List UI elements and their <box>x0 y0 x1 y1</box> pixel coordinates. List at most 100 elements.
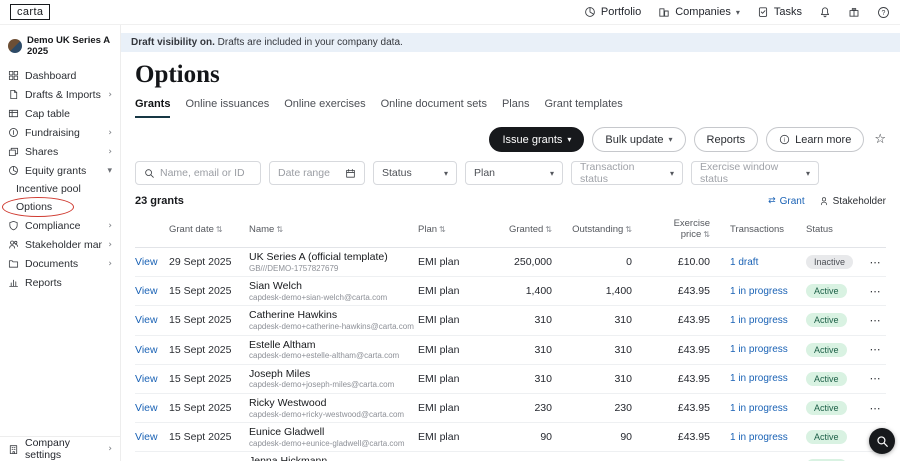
calendar-icon <box>345 168 356 179</box>
grant-name: Jenna Hickmann <box>249 455 418 461</box>
col-grant-date[interactable]: Grant date⇅ <box>169 224 249 235</box>
view-link[interactable]: View <box>135 314 158 326</box>
chevron-right-icon: › <box>108 240 112 250</box>
sidebar-item-shares[interactable]: Shares › <box>0 142 120 161</box>
whats-new-button[interactable] <box>848 6 860 18</box>
transactions-link[interactable]: 1 in progress <box>720 286 806 297</box>
sidebar-subitem-options[interactable]: Options <box>0 198 120 216</box>
transactions-link[interactable]: 1 in progress <box>720 432 806 443</box>
col-plan[interactable]: Plan⇅ <box>418 224 492 235</box>
sidebar-item-compliance[interactable]: Compliance › <box>0 216 120 235</box>
reports-button[interactable]: Reports <box>694 127 759 152</box>
exercise-window-status-filter[interactable]: Exercise window status ▾ <box>691 161 819 185</box>
issue-grants-button[interactable]: Issue grants ▾ <box>489 127 584 152</box>
nav-companies-label: Companies <box>675 6 731 18</box>
row-menu-button[interactable]: ⋯ <box>864 314 886 327</box>
sidebar-item-documents[interactable]: Documents › <box>0 254 120 273</box>
sidebar-item-reports[interactable]: Reports <box>0 273 120 292</box>
exercise-price-cell: £43.95 <box>642 344 720 356</box>
sidebar-item-label: Shares <box>25 146 102 158</box>
tab-online-issuances[interactable]: Online issuances <box>185 98 269 118</box>
row-menu-button[interactable]: ⋯ <box>864 402 886 415</box>
view-link[interactable]: View <box>135 402 158 414</box>
company-switcher[interactable]: Demo UK Series A 2025 <box>0 33 120 66</box>
view-link[interactable]: View <box>135 431 158 443</box>
status-filter[interactable]: Status ▾ <box>373 161 457 185</box>
floating-help-button[interactable] <box>869 428 895 454</box>
sidebar-item-equity-grants[interactable]: Equity grants ▾ <box>0 161 120 180</box>
row-menu-button[interactable]: ⋯ <box>864 285 886 298</box>
view-link[interactable]: View <box>135 344 158 356</box>
search-input[interactable] <box>160 167 252 179</box>
transaction-status-label: Transaction status <box>580 161 665 185</box>
sidebar-item-stakeholder-management[interactable]: Stakeholder management › <box>0 235 120 254</box>
nav-tasks[interactable]: Tasks <box>757 6 802 18</box>
transactions-link[interactable]: 1 in progress <box>720 315 806 326</box>
date-range-filter[interactable]: Date range <box>269 161 365 185</box>
learn-more-button[interactable]: i Learn more <box>766 127 864 152</box>
name-cell: Estelle Altham capdesk-demo+estelle-alth… <box>249 339 418 361</box>
transactions-link[interactable]: 1 in progress <box>720 344 806 355</box>
grant-name: Sian Welch <box>249 280 418 293</box>
table-body: View 29 Sept 2025 UK Series A (official … <box>135 248 886 461</box>
nav-portfolio[interactable]: Portfolio <box>584 6 641 18</box>
table-row: View 29 Sept 2025 UK Series A (official … <box>135 248 886 277</box>
tab-grants[interactable]: Grants <box>135 98 170 118</box>
col-name[interactable]: Name⇅ <box>249 224 418 235</box>
stakeholder-view-toggle[interactable]: Stakeholder <box>819 196 886 207</box>
table-row: View 15 Sept 2025 Sian Welch capdesk-dem… <box>135 277 886 306</box>
date-range-label: Date range <box>278 167 330 179</box>
grant-subtext: capdesk-demo+estelle-altham@carta.com <box>249 351 418 361</box>
nav-companies[interactable]: Companies ▾ <box>658 6 740 18</box>
shield-icon <box>8 220 19 231</box>
grant-view-toggle[interactable]: ⇄ Grant <box>768 196 805 207</box>
col-granted[interactable]: Granted⇅ <box>492 224 562 235</box>
row-menu-button[interactable]: ⋯ <box>864 256 886 269</box>
sidebar-subitem-incentive-pool[interactable]: Incentive pool <box>0 180 120 198</box>
grant-subtext: capdesk-demo+catherine-hawkins@carta.com <box>249 322 418 332</box>
grant-date-cell: 15 Sept 2025 <box>169 373 249 385</box>
row-menu-button[interactable]: ⋯ <box>864 372 886 385</box>
col-exercise-price[interactable]: Exercise price⇅ <box>642 218 720 240</box>
row-menu-button[interactable]: ⋯ <box>864 343 886 356</box>
help-icon: ? <box>877 6 890 19</box>
table-row: View 15 Sept 2025 Joseph Miles capdesk-d… <box>135 365 886 394</box>
tab-grant-templates[interactable]: Grant templates <box>545 98 623 118</box>
exercise-price-cell: £10.00 <box>642 256 720 268</box>
sidebar-item-cap-table[interactable]: Cap table <box>0 104 120 123</box>
outstanding-cell: 310 <box>562 373 642 385</box>
sidebar-item-company-settings[interactable]: Company settings › <box>0 436 120 461</box>
status-badge: Active <box>806 343 847 357</box>
stakeholder-view-label: Stakeholder <box>833 196 886 207</box>
grant-date-cell: 15 Sept 2025 <box>169 344 249 356</box>
outstanding-cell: 310 <box>562 314 642 326</box>
help-button[interactable]: ? <box>877 6 890 19</box>
banner-text: Drafts are included in your company data… <box>215 37 403 48</box>
view-link[interactable]: View <box>135 285 158 297</box>
exercise-price-cell: £43.95 <box>642 285 720 297</box>
col-outstanding[interactable]: Outstanding⇅ <box>562 224 642 235</box>
transactions-link[interactable]: 1 in progress <box>720 403 806 414</box>
learn-more-label: Learn more <box>795 134 851 146</box>
view-link[interactable]: View <box>135 256 158 268</box>
favorite-star-icon[interactable]: ☆ <box>874 132 886 147</box>
sidebar-item-fundraising[interactable]: Fundraising › <box>0 123 120 142</box>
search-field[interactable] <box>135 161 261 185</box>
transaction-status-filter[interactable]: Transaction status ▾ <box>571 161 683 185</box>
plan-filter[interactable]: Plan ▾ <box>465 161 563 185</box>
tab-online-document-sets[interactable]: Online document sets <box>381 98 487 118</box>
nav-portfolio-label: Portfolio <box>601 6 641 18</box>
transactions-link[interactable]: 1 draft <box>720 257 806 268</box>
bulk-update-button[interactable]: Bulk update ▾ <box>592 127 685 152</box>
table-summary: 23 grants ⇄ Grant Stakeholder <box>135 195 886 207</box>
notifications-button[interactable] <box>819 6 831 18</box>
grant-subtext: capdesk-demo+eunice-gladwell@carta.com <box>249 439 418 449</box>
transactions-link[interactable]: 1 in progress <box>720 373 806 384</box>
sidebar-item-drafts-imports[interactable]: Drafts & Imports › <box>0 85 120 104</box>
view-link[interactable]: View <box>135 373 158 385</box>
tab-plans[interactable]: Plans <box>502 98 530 118</box>
sort-icon: ⇅ <box>625 225 632 234</box>
tab-online-exercises[interactable]: Online exercises <box>284 98 365 118</box>
name-cell: Joseph Miles capdesk-demo+joseph-miles@c… <box>249 368 418 390</box>
sidebar-item-dashboard[interactable]: Dashboard <box>0 66 120 85</box>
